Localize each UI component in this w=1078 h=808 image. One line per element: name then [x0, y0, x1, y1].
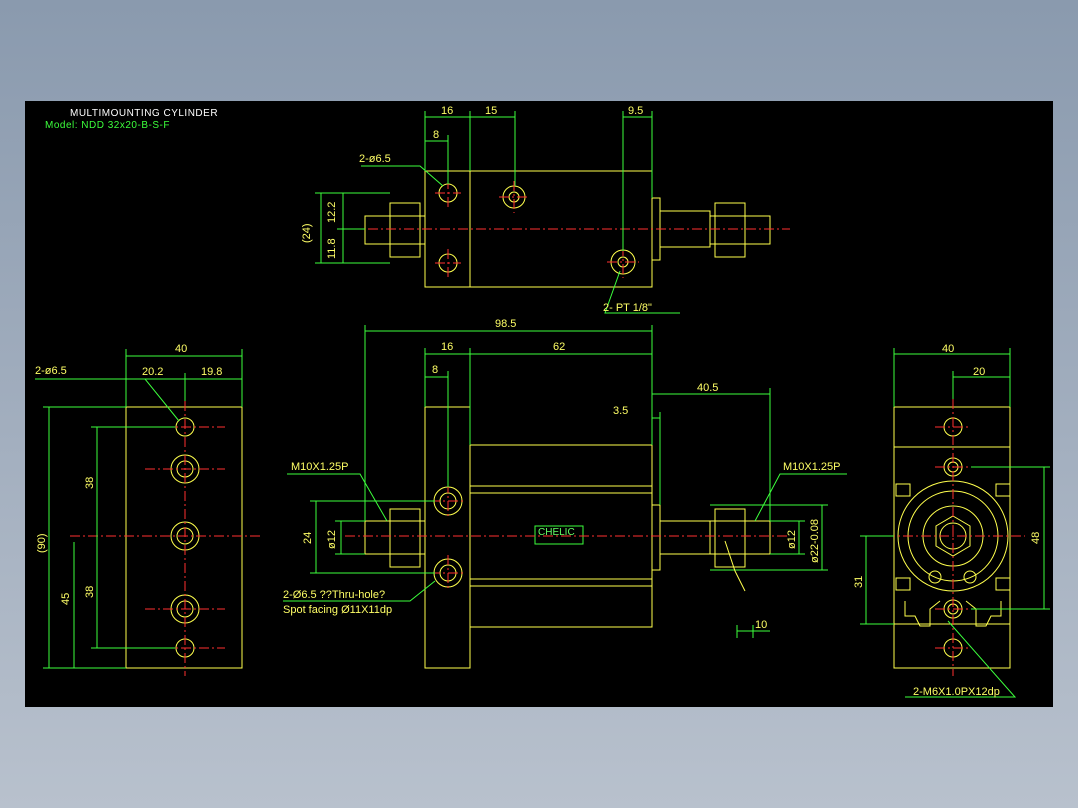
left-dim-38-bottom: 38: [84, 586, 96, 598]
front-dim-dia12-right: ø12: [786, 530, 798, 549]
top-view: 16 15 9.5 8 (24) 12.2 11.8 2-ø6.5 2- PT …: [301, 105, 790, 314]
front-dim-16: 16: [441, 341, 453, 353]
left-holes-label: 2-ø6.5: [35, 365, 67, 377]
left-dim-38-top: 38: [84, 477, 96, 489]
top-dim-24: (24): [301, 223, 313, 243]
hole-note-label: 2-Ø6.5 ??Thru-hole?: [283, 589, 385, 601]
right-dim-20: 20: [973, 366, 985, 378]
drawing-title: MULTIMOUNTING CYLINDER: [70, 108, 218, 119]
front-dim-8: 8: [432, 364, 438, 376]
left-dim-20-2: 20.2: [142, 366, 163, 378]
thread-left-label: M10X1.25P: [291, 461, 348, 473]
top-dim-8: 8: [433, 129, 439, 141]
left-dim-45: 45: [60, 593, 72, 605]
left-view: 40 20.2 19.8 (90) 38 45 38 2-ø6.5: [35, 343, 260, 676]
left-dim-40: 40: [175, 343, 187, 355]
top-dim-11-8: 11.8: [326, 238, 338, 259]
front-dim-dia22: ø22-0.08: [809, 519, 821, 563]
model-label: Model: NDD 32x20-B-S-F: [45, 120, 170, 131]
front-dim-24: 24: [302, 532, 314, 544]
top-port-label: 2- PT 1/8": [603, 302, 652, 314]
top-dim-12-2: 12.2: [326, 202, 338, 223]
front-view: CHELIC 98.5 16 62 8 40.5 3.5 24 ø12 ø12 …: [283, 318, 847, 669]
right-tap-label: 2-M6X1.0PX12dp: [913, 686, 1000, 698]
top-dim-15: 15: [485, 105, 497, 117]
top-holes-label: 2-ø6.5: [359, 153, 391, 165]
left-dim-19-8: 19.8: [201, 366, 222, 378]
top-dim-9-5: 9.5: [628, 105, 643, 117]
top-dim-16: 16: [441, 105, 453, 117]
right-view: 40 20 48 31 2-M6X1.0PX12dp: [853, 343, 1050, 698]
front-dim-62: 62: [553, 341, 565, 353]
front-dim-98-5: 98.5: [495, 318, 516, 330]
thread-right-label: M10X1.25P: [783, 461, 840, 473]
cad-drawing-canvas[interactable]: MULTIMOUNTING CYLINDER Model: NDD 32x20-…: [25, 101, 1053, 707]
left-dim-90: (90): [36, 533, 48, 553]
spot-facing-label: Spot facing Ø11X11dp: [283, 604, 392, 616]
right-dim-40: 40: [942, 343, 954, 355]
cad-drawing: MULTIMOUNTING CYLINDER Model: NDD 32x20-…: [35, 105, 1050, 698]
right-dim-48: 48: [1030, 532, 1042, 544]
front-dim-dia12-left: ø12: [326, 530, 338, 549]
front-dim-40-5: 40.5: [697, 382, 718, 394]
front-dim-10: 10: [755, 619, 767, 631]
right-dim-31: 31: [853, 576, 865, 588]
front-dim-3-5: 3.5: [613, 405, 628, 417]
